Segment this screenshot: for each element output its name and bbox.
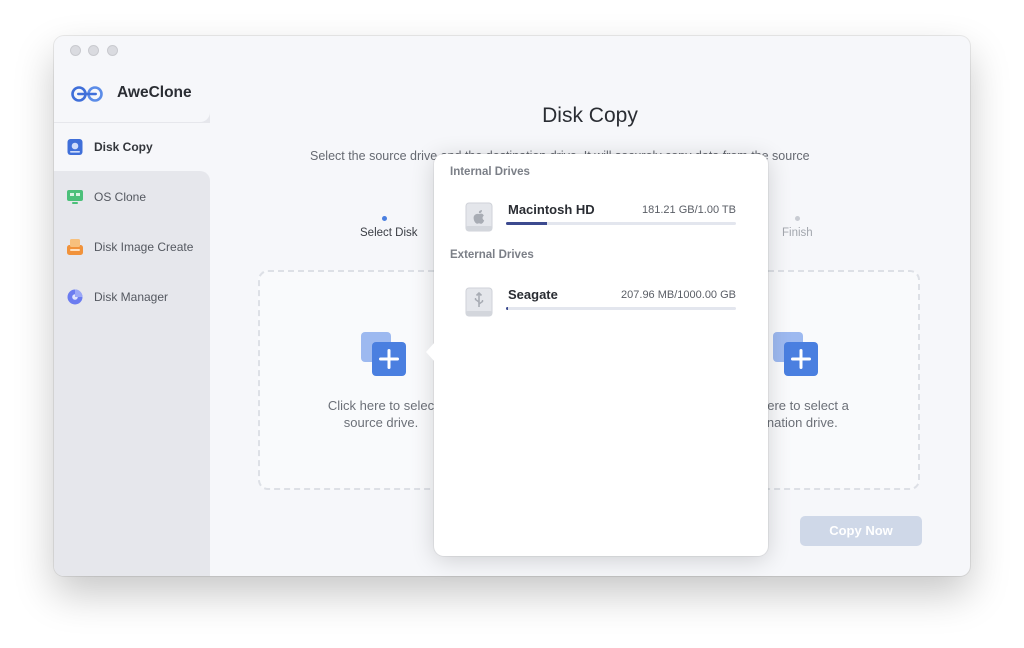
external-drives-header: External Drives [450, 249, 534, 261]
copy-now-button[interactable]: Copy Now [800, 516, 922, 546]
drive-capacity: 181.21 GB/1.00 TB [642, 204, 736, 216]
brand-area: AweClone [54, 36, 210, 122]
drive-usage-bar [506, 307, 736, 310]
sidebar-item-label: Disk Manager [94, 290, 169, 304]
destination-drive-text: here to select a ination drive. [760, 397, 870, 431]
usb-drive-icon [465, 287, 493, 317]
os-clone-icon [67, 190, 83, 204]
minimize-window-button[interactable] [88, 45, 99, 56]
sidebar-item-label: OS Clone [94, 190, 147, 204]
drive-usage-fill [506, 307, 509, 310]
step-indicator-finish [795, 216, 800, 221]
drive-usage-fill [506, 222, 548, 225]
zoom-window-button[interactable] [107, 45, 118, 56]
step-label-select-disk: Select Disk [360, 227, 418, 239]
disk-manager-icon [67, 289, 83, 305]
destination-drive-text-line1: here to select a [760, 398, 849, 413]
aweclone-logo-icon [71, 86, 103, 102]
internal-drives-header: Internal Drives [450, 166, 530, 178]
destination-drive-text-line2: ination drive. [764, 415, 838, 430]
add-destination-drive-icon[interactable] [772, 330, 820, 378]
source-drive-text: Click here to selec source drive. [316, 397, 446, 431]
sidebar: AweClone Disk Copy OS Clone Disk Image C… [54, 36, 210, 576]
sidebar-item-label: Disk Copy [94, 140, 153, 154]
step-indicator-select-disk [382, 216, 387, 221]
drive-capacity: 207.96 MB/1000.00 GB [621, 289, 736, 301]
source-drive-text-line2: source drive. [343, 415, 419, 430]
drive-item-macintosh-hd[interactable]: Macintosh HD 181.21 GB/1.00 TB [450, 198, 752, 238]
source-drive-text-line1: Click here to selec [327, 398, 435, 413]
page-title: Disk Copy [542, 104, 638, 127]
drive-item-seagate[interactable]: Seagate 207.96 MB/1000.00 GB [450, 283, 752, 323]
drive-name: Seagate [508, 287, 558, 302]
sidebar-item-os-clone[interactable]: OS Clone [54, 173, 210, 221]
sidebar-item-disk-manager[interactable]: Disk Manager [54, 273, 210, 321]
step-label-finish: Finish [782, 227, 813, 239]
apple-drive-icon [465, 202, 493, 232]
drive-name: Macintosh HD [508, 202, 595, 217]
sidebar-item-label: Disk Image Create [94, 240, 194, 254]
close-window-button[interactable] [70, 45, 81, 56]
sidebar-item-disk-image-create[interactable]: Disk Image Create [54, 223, 210, 271]
disk-copy-icon [67, 139, 83, 155]
drive-select-popover: Internal Drives Macintosh HD 181.21 GB/1… [426, 154, 768, 556]
drive-usage-bar [506, 222, 736, 225]
disk-image-icon [67, 239, 83, 255]
sidebar-item-disk-copy[interactable]: Disk Copy [54, 123, 210, 171]
app-name: AweClone [117, 84, 192, 101]
add-source-drive-icon[interactable] [360, 330, 408, 378]
